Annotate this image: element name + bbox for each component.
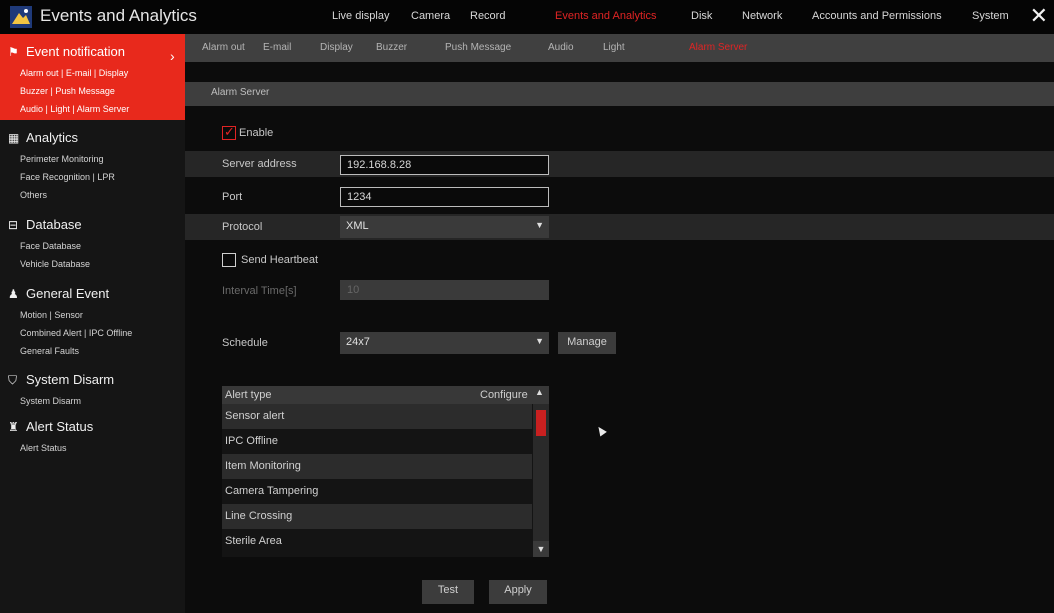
sidebar-links[interactable]: Alarm out | E-mail | Display: [20, 68, 128, 78]
scrollbar-thumb[interactable]: [536, 410, 546, 436]
sidebar: ⚑ Event notification Alarm out | E-mail |…: [0, 34, 185, 613]
analytics-icon: ▦: [8, 131, 20, 145]
section-header: Alarm Server: [185, 82, 1054, 106]
enable-label: Enable: [239, 127, 274, 139]
tab-email[interactable]: E-mail: [263, 42, 291, 53]
main-panel: Alarm Server Enable Server address 192.1…: [185, 62, 1054, 613]
alert-status-icon: ♜: [8, 420, 19, 434]
send-heartbeat-label: Send Heartbeat: [241, 254, 319, 266]
top-bar: Events and Analytics Live display Camera…: [0, 0, 1054, 34]
scroll-up-icon[interactable]: ▲: [535, 387, 544, 397]
tab-buzzer[interactable]: Buzzer: [376, 42, 407, 53]
nav-system[interactable]: System: [972, 10, 1009, 22]
tab-alarm-out[interactable]: Alarm out: [202, 42, 245, 53]
scroll-down-icon[interactable]: ▼: [533, 541, 549, 557]
sub-tab-bar: Alarm out E-mail Display Buzzer Push Mes…: [185, 34, 1054, 62]
chevron-down-icon: ▼: [535, 336, 544, 346]
send-heartbeat-checkbox[interactable]: [222, 253, 236, 267]
sidebar-links[interactable]: Audio | Light | Alarm Server: [20, 104, 129, 114]
section-title: Alarm Server: [211, 87, 270, 98]
sidebar-group-title: Database: [26, 217, 82, 232]
server-address-label: Server address: [222, 158, 297, 170]
nav-accounts-permissions[interactable]: Accounts and Permissions: [812, 10, 942, 22]
column-header-configure: Configure: [480, 389, 528, 401]
interval-time-label: Interval Time[s]: [222, 285, 297, 297]
table-row[interactable]: Sterile Area: [222, 529, 532, 554]
sidebar-links[interactable]: Face Recognition | LPR: [20, 172, 115, 182]
sidebar-links[interactable]: Perimeter Monitoring: [20, 154, 104, 164]
alert-type-table: Alert type Configure ▲ Sensor alert IPC …: [222, 386, 549, 557]
app-title: Events and Analytics: [40, 6, 197, 25]
sidebar-group-title: Alert Status: [26, 419, 94, 434]
nav-live-display[interactable]: Live display: [332, 10, 389, 22]
protocol-row: [185, 214, 1054, 240]
schedule-value: 24x7: [346, 336, 370, 348]
port-label: Port: [222, 191, 243, 203]
sidebar-links[interactable]: Motion | Sensor: [20, 310, 83, 320]
nav-network[interactable]: Network: [742, 10, 782, 22]
nav-disk[interactable]: Disk: [691, 10, 712, 22]
database-icon: ⊟: [8, 218, 19, 232]
tab-display[interactable]: Display: [320, 42, 353, 53]
chevron-down-icon: ▼: [535, 220, 544, 230]
nav-record[interactable]: Record: [470, 10, 505, 22]
sidebar-links[interactable]: Face Database: [20, 241, 81, 251]
sidebar-links[interactable]: General Faults: [20, 346, 79, 356]
table-header: Alert type Configure ▲: [222, 386, 549, 404]
manage-button[interactable]: Manage: [558, 332, 616, 354]
sidebar-group-title: Analytics: [26, 130, 79, 145]
sidebar-group-event-notification[interactable]: ⚑ Event notification Alarm out | E-mail |…: [0, 34, 185, 120]
tab-alarm-server[interactable]: Alarm Server: [689, 42, 747, 53]
general-event-icon: ♟: [8, 287, 19, 301]
table-scrollbar[interactable]: [533, 404, 549, 557]
tab-light[interactable]: Light: [603, 42, 625, 53]
mountain-logo-icon: [10, 6, 32, 28]
tab-push-message[interactable]: Push Message: [445, 42, 511, 53]
sidebar-links[interactable]: Buzzer | Push Message: [20, 86, 115, 96]
schedule-label: Schedule: [222, 337, 268, 349]
table-row[interactable]: Line Crossing: [222, 504, 532, 529]
nav-camera[interactable]: Camera: [411, 10, 450, 22]
sidebar-links[interactable]: Others: [20, 190, 47, 200]
schedule-select[interactable]: 24x7 ▼: [340, 332, 549, 354]
table-row[interactable]: IPC Offline: [222, 429, 532, 454]
sidebar-links[interactable]: Combined Alert | IPC Offline: [20, 328, 132, 338]
table-row[interactable]: Camera Tampering: [222, 479, 532, 504]
column-header-alert-type: Alert type: [225, 389, 272, 401]
shield-icon: ⛉: [8, 373, 18, 387]
chevron-right-icon: ›: [170, 48, 175, 64]
table-row[interactable]: Item Monitoring: [222, 454, 532, 479]
apply-button[interactable]: Apply: [489, 580, 547, 604]
sidebar-links[interactable]: Alert Status: [20, 443, 67, 453]
server-address-input[interactable]: 192.168.8.28: [340, 155, 549, 175]
sidebar-group-title: Event notification: [26, 44, 126, 59]
sidebar-group-title: General Event: [26, 286, 110, 301]
protocol-value: XML: [346, 220, 369, 232]
table-row[interactable]: Sensor alert: [222, 404, 532, 429]
sidebar-group-title: System Disarm: [26, 372, 115, 387]
protocol-select[interactable]: XML ▼: [340, 216, 549, 238]
server-address-row: [185, 151, 1054, 177]
protocol-label: Protocol: [222, 221, 263, 233]
close-icon[interactable]: ✕: [1030, 3, 1048, 29]
tab-audio[interactable]: Audio: [548, 42, 574, 53]
nav-events-analytics[interactable]: Events and Analytics: [555, 10, 657, 22]
test-button[interactable]: Test: [422, 580, 474, 604]
interval-time-input: 10: [340, 280, 549, 300]
enable-checkbox[interactable]: [222, 124, 236, 140]
alarm-flag-icon: ⚑: [8, 45, 19, 59]
sidebar-links[interactable]: Vehicle Database: [20, 259, 90, 269]
port-input[interactable]: 1234: [340, 187, 549, 207]
sidebar-links[interactable]: System Disarm: [20, 396, 81, 406]
